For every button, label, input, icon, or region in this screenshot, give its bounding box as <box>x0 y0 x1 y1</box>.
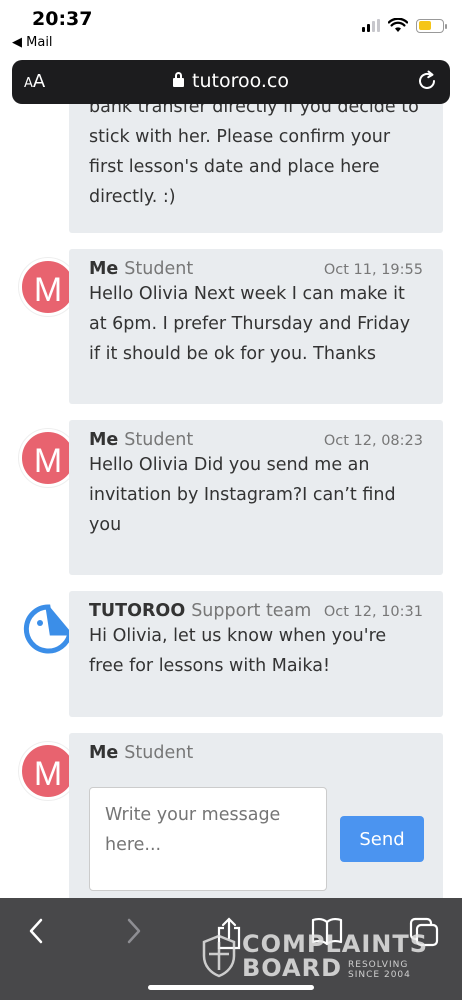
watermark-text: COMPLAINTS BOARD RESOLVING SINCE 2004 <box>242 932 428 980</box>
message-bubble: Me Student Oct 12, 08:23 Hello Olivia Did… <box>69 420 443 575</box>
status-bar: 20:37 ◀ Mail <box>0 0 462 60</box>
battery-icon <box>416 18 447 33</box>
watermark-line2: BOARD <box>242 954 343 982</box>
complaintsboard-watermark: COMPLAINTS BOARD RESOLVING SINCE 2004 <box>202 932 428 980</box>
status-time: 20:37 <box>32 8 93 30</box>
lock-icon <box>173 72 184 87</box>
browser-url-bar[interactable]: AA tutoroo.co <box>12 60 450 104</box>
conversation-thread[interactable]: bank transfer directly if you decide to … <box>0 104 462 898</box>
home-indicator[interactable] <box>148 985 314 990</box>
message-date: Oct 11, 19:55 <box>323 262 423 278</box>
sender-role: Student <box>124 430 194 450</box>
reload-icon[interactable] <box>416 70 438 92</box>
sender-name: Me <box>89 430 119 450</box>
message-header: Me Student Oct 12, 08:23 <box>89 430 423 450</box>
message-bubble: bank transfer directly if you decide to … <box>69 104 443 233</box>
message-input[interactable] <box>89 787 327 891</box>
watermark-tag1: RESOLVING <box>348 960 409 970</box>
message-bubble: Me Student Oct 11, 19:55 Hello Olivia Nex… <box>69 249 443 404</box>
status-icons <box>362 18 447 33</box>
message-text: Hello Olivia Did you send me an invitati… <box>89 455 396 535</box>
send-button[interactable]: Send <box>340 816 424 862</box>
back-to-mail-link[interactable]: ◀ Mail <box>12 35 53 50</box>
message-date: Oct 12, 08:23 <box>323 433 423 449</box>
address-display[interactable]: tutoroo.co <box>12 70 450 92</box>
watermark-tag2: SINCE 2004 <box>348 970 411 980</box>
sender-role: Student <box>124 259 194 279</box>
forward-chevron-icon[interactable] <box>122 916 146 946</box>
message-text: Hello Olivia Next week I can make it at … <box>89 284 411 364</box>
message-header: TUTOROO Support team Oct 12, 10:31 <box>89 601 423 621</box>
wifi-icon <box>388 18 408 32</box>
sender-role: Support team <box>191 601 312 621</box>
message-date: Oct 12, 10:31 <box>323 604 423 620</box>
message-text: bank transfer directly if you decide to … <box>89 104 419 207</box>
sender-name: Me <box>89 259 119 279</box>
sender-name: Me <box>89 743 119 763</box>
sender-name: TUTOROO <box>89 601 186 621</box>
compose-header: Me Student <box>89 743 423 763</box>
shield-logo-icon <box>202 934 236 978</box>
tutoroo-logo-icon <box>23 604 74 654</box>
message-header: Me Student Oct 11, 19:55 <box>89 259 423 279</box>
cellular-signal-icon <box>362 19 380 32</box>
sender-role: Student <box>124 743 194 763</box>
back-chevron-icon[interactable] <box>24 916 48 946</box>
watermark-line1: COMPLAINTS <box>242 930 429 958</box>
message-text: Hi Olivia, let us know when you're free … <box>89 626 387 676</box>
domain-text: tutoroo.co <box>192 70 289 92</box>
message-bubble: TUTOROO Support team Oct 12, 10:31 Hi Oli… <box>69 591 443 717</box>
